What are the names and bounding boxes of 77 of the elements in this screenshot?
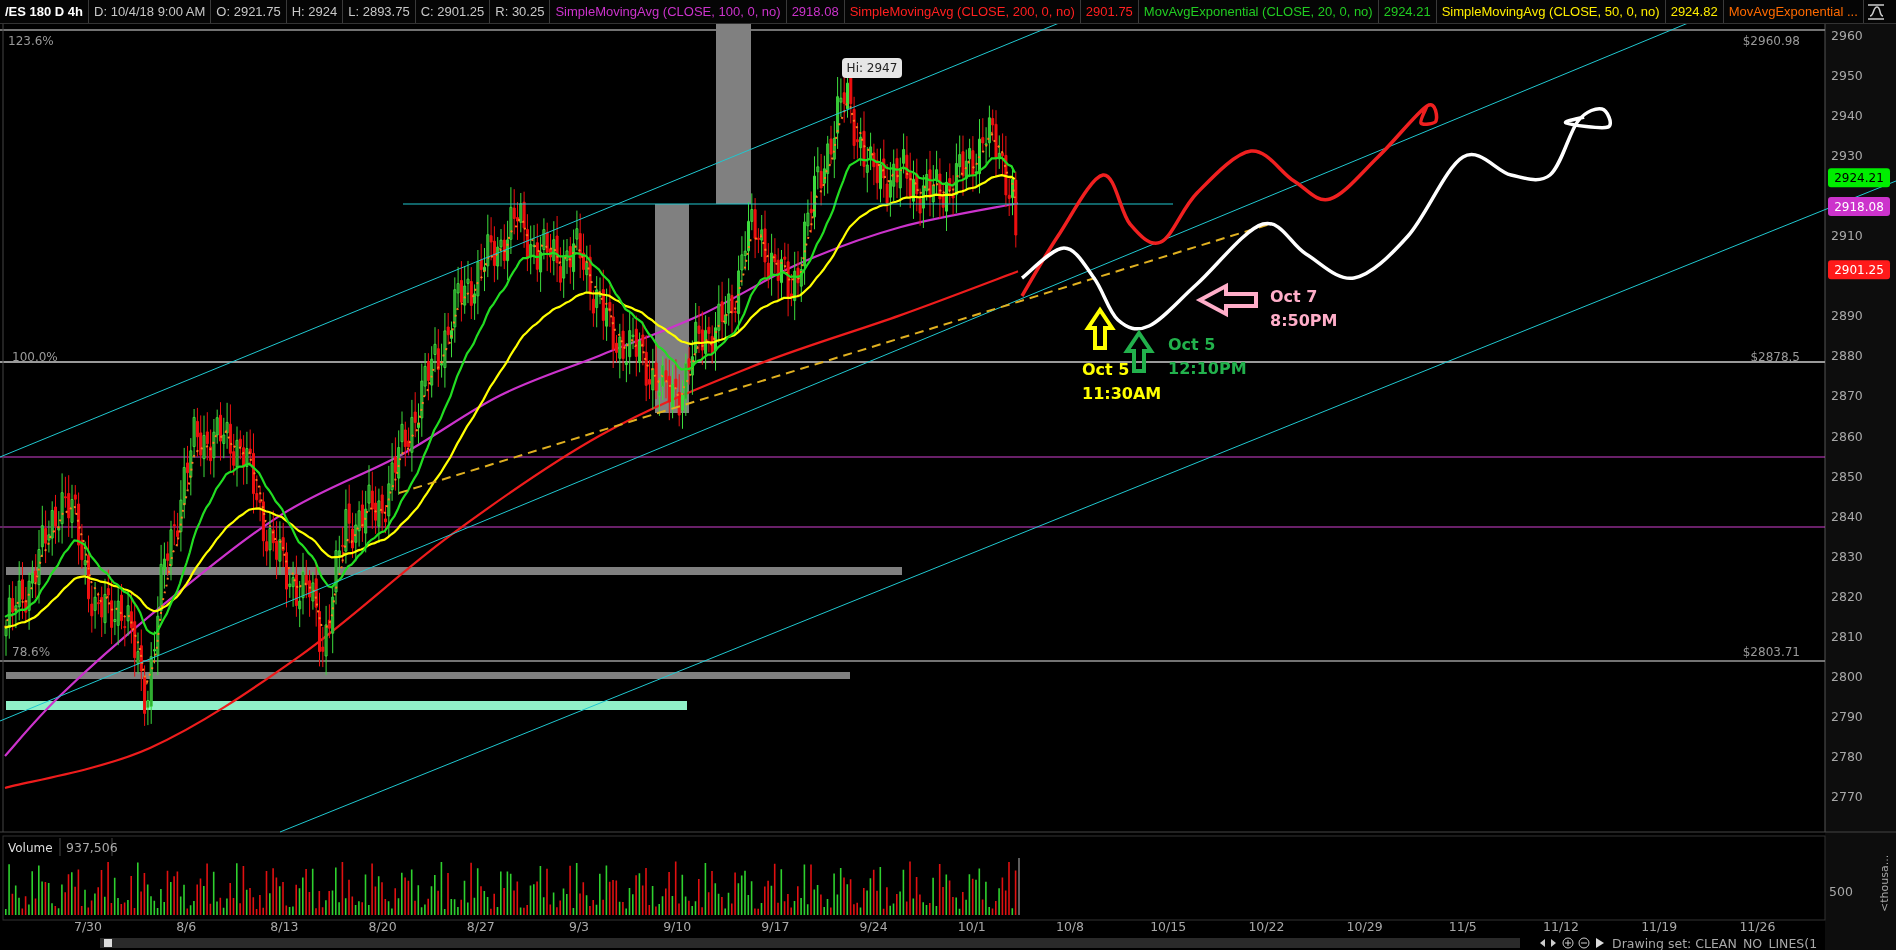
study-value: 2924.21 xyxy=(1378,0,1437,23)
date-tick-label: 10/29 xyxy=(1346,919,1383,934)
zoom-out-icon[interactable] xyxy=(1578,937,1590,949)
bar-info-label: R: 30.25 xyxy=(490,0,551,23)
date-tick-label: 10/22 xyxy=(1248,919,1285,934)
level-label: $2960.98 xyxy=(1742,34,1800,48)
date-tick-label: 9/3 xyxy=(568,919,590,934)
price-tick-label: 2830 xyxy=(1831,548,1863,564)
date-tick-label: 11/26 xyxy=(1739,919,1776,934)
high-callout: Hi: 2947 xyxy=(842,58,902,78)
date-tick-label: 10/1 xyxy=(957,919,986,934)
zoom-in-icon[interactable] xyxy=(1562,937,1574,949)
scroll-bar[interactable] xyxy=(100,938,1520,948)
price-tick-label: 2910 xyxy=(1831,228,1863,244)
bar-info-label: C: 2901.25 xyxy=(415,0,491,23)
bar-info-label: H: 2924 xyxy=(286,0,344,23)
pan-arrows-icon[interactable] xyxy=(1540,939,1556,947)
price-tick-label: 2890 xyxy=(1831,308,1863,324)
price-tick-label: 2820 xyxy=(1831,588,1863,604)
date-tick-label: 10/15 xyxy=(1150,919,1187,934)
volume-tick-label: 500 xyxy=(1829,884,1853,899)
price-tag: 2901.25 xyxy=(1828,260,1890,280)
bar-info-label: L: 2893.75 xyxy=(343,0,416,23)
study-label[interactable]: MovAvgExponential ... xyxy=(1723,0,1864,23)
date-tick-label: 9/10 xyxy=(663,919,692,934)
symbol-label[interactable]: /ES 180 D 4h xyxy=(0,0,90,23)
price-tick-label: 2800 xyxy=(1831,668,1863,684)
date-tick-label: 8/13 xyxy=(270,919,299,934)
price-tick-label: 2850 xyxy=(1831,468,1863,484)
volume-unit-label: <thousa... xyxy=(1878,854,1891,912)
play-icon[interactable] xyxy=(1596,938,1604,948)
level-label: 100.0% xyxy=(12,350,58,364)
volume-value: 937,506 xyxy=(66,840,118,855)
study-label[interactable]: MovAvgExponential (CLOSE, 20, 0, no) xyxy=(1138,0,1379,23)
level-label: 123.6% xyxy=(8,34,54,48)
date-tick-label: 8/20 xyxy=(368,919,397,934)
price-tick-label: 2880 xyxy=(1831,348,1863,364)
price-tag: 2924.21 xyxy=(1828,168,1890,188)
study-label[interactable]: SimpleMovingAvg (CLOSE, 200, 0, no) xyxy=(844,0,1081,23)
study-value: 2924.82 xyxy=(1665,0,1724,23)
date-tick-label: 8/27 xyxy=(466,919,495,934)
price-tick-label: 2770 xyxy=(1831,788,1863,804)
annotation-label: Oct 5 11:30AM xyxy=(1082,360,1162,403)
price-tick-label: 2780 xyxy=(1831,748,1863,764)
up-arrow-icon xyxy=(1084,306,1116,350)
level-label: $2878.5 xyxy=(1750,350,1800,364)
annotation-label: Oct 7 8:50PM xyxy=(1270,287,1338,330)
bar-info-label: D: 10/4/18 9:00 AM xyxy=(89,0,212,23)
scroll-thumb[interactable] xyxy=(104,939,112,947)
price-tick-label: 2810 xyxy=(1831,628,1863,644)
price-tick-label: 2940 xyxy=(1831,108,1863,124)
study-label[interactable]: SimpleMovingAvg (CLOSE, 50, 0, no) xyxy=(1436,0,1666,23)
annotation-label: Oct 5 12:10PM xyxy=(1168,335,1247,378)
left-arrow-icon xyxy=(1195,282,1258,318)
volume-title: Volume xyxy=(8,841,53,855)
study-value: 2901.75 xyxy=(1080,0,1139,23)
studies-icon[interactable] xyxy=(1866,2,1886,22)
date-tick-label: 11/12 xyxy=(1543,919,1579,934)
date-tick-label: 9/24 xyxy=(859,919,888,934)
price-tick-label: 2790 xyxy=(1831,708,1863,724)
date-tick-label: 8/6 xyxy=(176,919,197,934)
study-label[interactable]: SimpleMovingAvg (CLOSE, 100, 0, no) xyxy=(550,0,787,23)
bar-info-label: O: 2921.75 xyxy=(211,0,287,23)
date-tick-label: 7/30 xyxy=(73,919,103,934)
level-label: $2803.71 xyxy=(1742,645,1800,659)
level-label: 78.6% xyxy=(12,645,51,659)
date-tick-label: 10/8 xyxy=(1055,919,1085,934)
price-tick-label: 2950 xyxy=(1831,68,1863,84)
study-value: 2918.08 xyxy=(786,0,845,23)
date-tick-label: 11/5 xyxy=(1448,919,1477,934)
date-tick-label: 11/19 xyxy=(1641,919,1678,934)
date-tick-label: 9/17 xyxy=(761,919,790,934)
price-tick-label: 2930 xyxy=(1831,148,1863,164)
price-tick-label: 2960 xyxy=(1831,28,1863,43)
price-tick-label: 2870 xyxy=(1831,388,1863,404)
price-tick-label: 2860 xyxy=(1831,428,1863,444)
price-tick-label: 2840 xyxy=(1831,508,1863,524)
